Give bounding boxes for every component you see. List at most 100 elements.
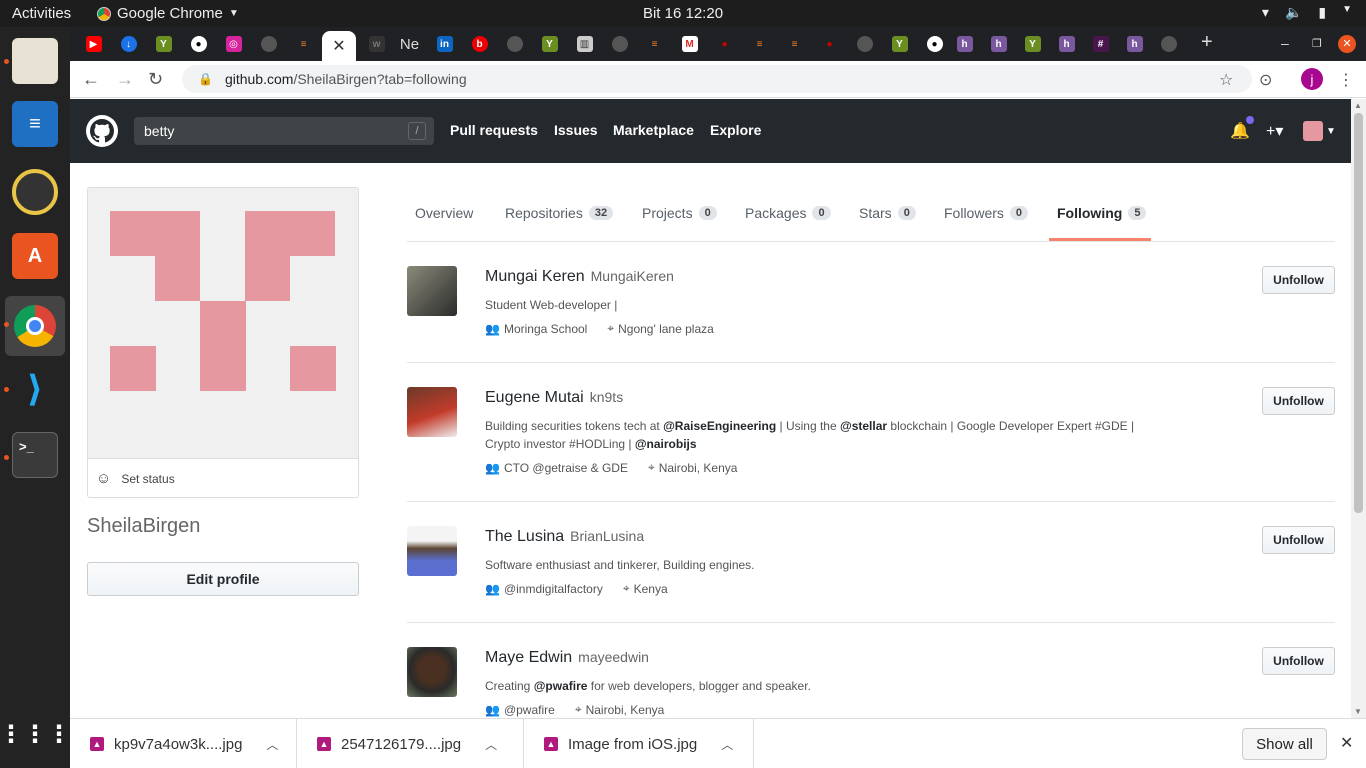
- reload-button[interactable]: ↻: [148, 69, 163, 90]
- set-status-button[interactable]: ☺ Set status: [88, 458, 358, 497]
- mention-link[interactable]: @nairobijs: [635, 437, 697, 451]
- tab-slack[interactable]: #: [1083, 31, 1118, 57]
- tab-tree-3[interactable]: Y: [882, 31, 917, 57]
- back-button[interactable]: ←: [82, 69, 100, 90]
- user-name-link[interactable]: Eugene Mutai kn9ts: [485, 389, 623, 407]
- tab-tree-4[interactable]: Y: [1015, 31, 1050, 57]
- writer-icon[interactable]: ≡: [12, 101, 58, 147]
- tab-red-3[interactable]: ●: [812, 31, 847, 57]
- chevron-up-icon[interactable]: ︿: [485, 736, 497, 753]
- tab-repositories[interactable]: Repositories 32: [505, 205, 614, 221]
- system-tray[interactable]: ▾ 🔈 ▮ ▼: [1262, 4, 1352, 21]
- new-tab-button[interactable]: +: [1201, 31, 1213, 54]
- files-icon[interactable]: [12, 38, 58, 84]
- tab-projects[interactable]: Projects 0: [642, 205, 717, 221]
- download-item[interactable]: ▲ kp9v7a4ow3k....jpg ︿: [70, 719, 297, 768]
- minimize-button[interactable]: –: [1281, 35, 1289, 51]
- vscode-icon[interactable]: ⟩: [12, 366, 58, 412]
- tab-stackoverflow-3[interactable]: ≡: [742, 31, 777, 57]
- profile-avatar[interactable]: j: [1301, 68, 1323, 90]
- activities-button[interactable]: Activities: [12, 5, 71, 22]
- address-bar[interactable]: 🔒 github.com/SheilaBirgen?tab=following: [182, 65, 1252, 93]
- tab-globe-4[interactable]: [847, 31, 882, 57]
- unfollow-button[interactable]: Unfollow: [1262, 387, 1335, 415]
- close-icon[interactable]: ✕: [332, 36, 345, 56]
- show-all-button[interactable]: Show all: [1242, 728, 1327, 760]
- tab-globe-5[interactable]: [1151, 31, 1186, 57]
- tab-active-github[interactable]: ✕: [322, 31, 356, 61]
- download-item[interactable]: ▲ 2547126179....jpg ︿: [297, 719, 524, 768]
- tab-packages[interactable]: Packages 0: [745, 205, 831, 221]
- tab-github[interactable]: ●: [181, 31, 216, 57]
- tab-gmail[interactable]: M: [672, 31, 707, 57]
- user-name-link[interactable]: Maye Edwin mayeedwin: [485, 649, 649, 667]
- nav-marketplace[interactable]: Marketplace: [613, 122, 694, 138]
- tab-instagram[interactable]: ◎: [216, 31, 251, 57]
- plus-icon[interactable]: +▾: [1266, 121, 1283, 141]
- scrollbar-thumb[interactable]: [1354, 113, 1363, 513]
- tab-youtube[interactable]: ▶: [76, 31, 111, 57]
- user-avatar[interactable]: [407, 266, 457, 316]
- chevron-down-icon[interactable]: ▼: [1326, 126, 1336, 137]
- tab-heroku-3[interactable]: h: [1049, 31, 1084, 57]
- tab-partial[interactable]: Ne: [392, 31, 427, 57]
- tab-overview[interactable]: Overview: [415, 205, 473, 221]
- edit-profile-button[interactable]: Edit profile: [87, 562, 359, 596]
- maximize-button[interactable]: ❐: [1312, 37, 1322, 50]
- unfollow-button[interactable]: Unfollow: [1262, 266, 1335, 294]
- software-center-icon[interactable]: A: [12, 233, 58, 279]
- app-menu[interactable]: Google Chrome ▼: [97, 5, 239, 22]
- tab-reader[interactable]: ▥: [567, 31, 602, 57]
- close-window-button[interactable]: ✕: [1338, 35, 1356, 53]
- tab-linkedin[interactable]: in: [427, 31, 462, 57]
- chevron-up-icon[interactable]: ︿: [266, 736, 278, 753]
- page-scrollbar[interactable]: ▲ ▼: [1351, 99, 1366, 718]
- extension-icon[interactable]: ⊙: [1259, 70, 1272, 90]
- tab-heroku[interactable]: h: [947, 31, 982, 57]
- mention-link[interactable]: @pwafire: [534, 679, 588, 693]
- menu-icon[interactable]: ⋮: [1338, 70, 1354, 90]
- tab-heroku-4[interactable]: h: [1117, 31, 1152, 57]
- tab-w[interactable]: w: [359, 31, 394, 57]
- nav-explore[interactable]: Explore: [710, 122, 761, 138]
- close-icon[interactable]: ✕: [1340, 733, 1353, 753]
- download-item[interactable]: ▲ Image from iOS.jpg ︿: [524, 719, 754, 768]
- nav-issues[interactable]: Issues: [554, 122, 598, 138]
- mention-link[interactable]: @stellar: [840, 419, 887, 433]
- scroll-down-icon[interactable]: ▼: [1354, 707, 1362, 716]
- tab-red[interactable]: b: [462, 31, 497, 57]
- user-avatar[interactable]: [407, 387, 457, 437]
- tab-tree[interactable]: Y: [146, 31, 181, 57]
- user-name-link[interactable]: Mungai Keren MungaiKeren: [485, 268, 674, 286]
- user-avatar[interactable]: [407, 647, 457, 697]
- star-icon[interactable]: ☆: [1219, 70, 1233, 90]
- tab-following[interactable]: Following 5: [1057, 205, 1147, 221]
- app-grid-icon[interactable]: ⋮⋮⋮: [0, 711, 71, 757]
- nav-pull-requests[interactable]: Pull requests: [450, 122, 538, 138]
- search-input[interactable]: betty /: [134, 117, 434, 145]
- user-avatar[interactable]: [1303, 121, 1323, 141]
- unfollow-button[interactable]: Unfollow: [1262, 647, 1335, 675]
- tab-heroku-2[interactable]: h: [981, 31, 1016, 57]
- tab-download[interactable]: ↓: [111, 31, 146, 57]
- tab-followers[interactable]: Followers 0: [944, 205, 1029, 221]
- tab-red-2[interactable]: ●: [707, 31, 742, 57]
- tab-globe-2[interactable]: [497, 31, 532, 57]
- user-avatar[interactable]: [407, 526, 457, 576]
- user-name-link[interactable]: The Lusina BrianLusina: [485, 528, 644, 546]
- tab-globe[interactable]: [251, 31, 286, 57]
- bell-icon[interactable]: 🔔: [1230, 121, 1250, 141]
- profile-avatar-card[interactable]: ☺ Set status: [87, 187, 359, 498]
- tab-stackoverflow-4[interactable]: ≡: [777, 31, 812, 57]
- tab-tree-2[interactable]: Y: [532, 31, 567, 57]
- forward-button[interactable]: →: [116, 69, 134, 90]
- terminal-icon[interactable]: >_: [12, 432, 58, 478]
- tab-stackoverflow[interactable]: ≡: [286, 31, 321, 57]
- chevron-up-icon[interactable]: ︿: [721, 736, 733, 753]
- chrome-dock-icon[interactable]: [5, 296, 65, 356]
- github-logo-icon[interactable]: [86, 115, 118, 147]
- tab-stackoverflow-2[interactable]: ≡: [637, 31, 672, 57]
- mention-link[interactable]: @RaiseEngineering: [663, 419, 776, 433]
- unfollow-button[interactable]: Unfollow: [1262, 526, 1335, 554]
- rhythmbox-icon[interactable]: [12, 169, 58, 215]
